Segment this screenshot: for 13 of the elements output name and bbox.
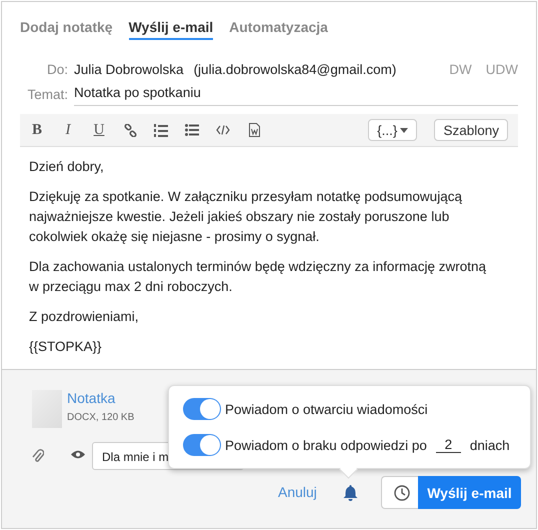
email-paragraph: Dziękuję za spotkanie. W załączniku przesyłam notatkę podsumowującą najważniejsze kwestie. Jeżeli jakieś obszary nie zostały poruszone lub cokolwiek okażę się niejasne - prosimy o sygnał. <box>29 188 463 246</box>
email-paragraph: {{STOPKA}} <box>29 338 103 356</box>
field-label: Temat: <box>26 87 68 102</box>
attachment-info: DOCX, 120 KB <box>67 412 134 423</box>
email-paragraph: Dzień dobry, <box>29 158 105 176</box>
toggle-label: Powiadom o otwarciu wiadomości <box>225 402 428 416</box>
email-paragraph: Dla zachowania ustalonych terminów będę wdzięczny za informację zwrotną w przeciągu max 2 dni roboczych. <box>29 258 487 296</box>
days-label: dniach <box>470 438 510 452</box>
field-label: Do: <box>46 62 68 77</box>
toggle-label: Powiadom o braku odpowiedzi po <box>225 438 427 452</box>
recipient-email: (julia.dobrowolska84@gmail.com) <box>194 62 396 77</box>
recipient-name: Julia Dobrowolska <box>74 62 184 77</box>
email-paragraph: Z pozdrowieniami, <box>29 308 140 326</box>
